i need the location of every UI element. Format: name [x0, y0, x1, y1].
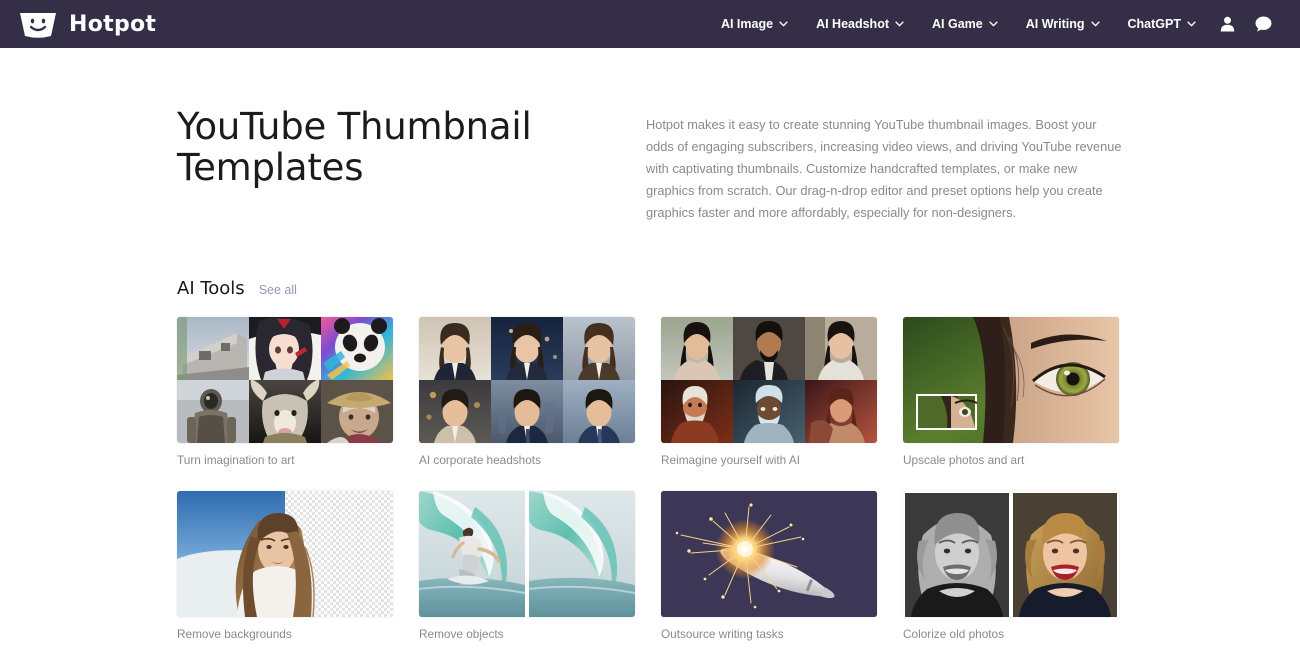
tool-caption: AI corporate headshots — [419, 453, 541, 467]
nav-label: AI Headshot — [816, 17, 889, 31]
tool-card-remove-objects[interactable]: Remove objects — [419, 490, 635, 643]
tool-thumbnail — [903, 490, 1119, 617]
chevron-down-icon — [779, 21, 788, 27]
chevron-down-icon — [1187, 21, 1196, 27]
hotpot-smiley-logo-icon — [18, 10, 58, 38]
tool-thumbnail — [177, 490, 393, 617]
nav-label: ChatGPT — [1127, 17, 1181, 31]
nav-label: AI Image — [720, 17, 774, 31]
tool-thumbnail — [661, 317, 877, 443]
chevron-down-icon — [895, 21, 904, 27]
tool-card-turn-imagination-to-art[interactable]: Turn imagination to art — [177, 317, 393, 469]
page-description: Hotpot makes it easy to create stunning … — [646, 117, 1122, 220]
page-body: YouTube Thumbnail Templates Hotpot makes… — [0, 48, 1300, 659]
hero-section: YouTube Thumbnail Templates Hotpot makes… — [177, 48, 1125, 224]
section-header: AI Tools See all — [177, 278, 1125, 299]
nav-item-ai-image[interactable]: AI Image — [707, 11, 802, 37]
brand-logo-link[interactable]: Hotpot — [18, 10, 156, 38]
tool-card-reimagine-yourself-with-ai[interactable]: Reimagine yourself with AI — [661, 317, 877, 469]
tool-card-colorize-old-photos[interactable]: Colorize old photos — [903, 490, 1119, 643]
tool-caption: Remove objects — [419, 626, 504, 641]
page-title: YouTube Thumbnail Templates — [177, 105, 532, 190]
nav-item-ai-writing[interactable]: AI Writing — [1012, 11, 1114, 37]
tools-grid: Turn imagination to art AI corporate hea… — [177, 317, 1125, 659]
user-account-icon[interactable] — [1210, 10, 1245, 38]
main-nav: AI Image AI Headshot AI Game AI Writing — [707, 10, 1282, 38]
tool-card-remove-backgrounds[interactable]: Remove backgrounds — [177, 490, 393, 643]
tool-thumbnail — [419, 490, 635, 617]
nav-item-ai-game[interactable]: AI Game — [918, 11, 1012, 37]
tool-caption: Reimagine yourself with AI — [661, 453, 801, 467]
tool-card-outsource-writing-tasks[interactable]: Outsource writing tasks — [661, 490, 877, 643]
tool-caption: Upscale photos and art — [903, 453, 1025, 467]
tool-thumbnail — [177, 317, 393, 443]
tool-caption: Turn imagination to art — [177, 453, 295, 467]
tool-thumbnail — [419, 317, 635, 443]
tool-caption: Remove backgrounds — [177, 626, 292, 641]
top-navigation-bar: Hotpot AI Image AI Headshot AI Game AI W… — [0, 0, 1300, 48]
tool-card-upscale-photos-and-art[interactable]: Upscale photos and art — [903, 317, 1119, 469]
chevron-down-icon — [989, 21, 998, 27]
ai-tools-section: AI Tools See all Turn imagination to art… — [177, 278, 1125, 659]
nav-label: AI Writing — [1025, 17, 1085, 31]
tool-caption: Colorize old photos — [903, 626, 1004, 641]
tool-caption: Outsource writing tasks — [661, 626, 784, 641]
tool-thumbnail — [661, 490, 877, 617]
nav-label: AI Game — [932, 17, 983, 31]
nav-item-chatgpt[interactable]: ChatGPT — [1114, 11, 1210, 37]
brand-name: Hotpot — [69, 11, 157, 37]
tool-card-ai-corporate-headshots[interactable]: AI corporate headshots — [419, 317, 635, 469]
chevron-down-icon — [1090, 21, 1100, 27]
chat-bubble-icon[interactable] — [1245, 10, 1282, 38]
tool-thumbnail — [903, 317, 1119, 443]
section-title: AI Tools — [177, 278, 245, 299]
nav-item-ai-headshot[interactable]: AI Headshot — [802, 11, 918, 37]
see-all-link[interactable]: See all — [259, 283, 297, 297]
